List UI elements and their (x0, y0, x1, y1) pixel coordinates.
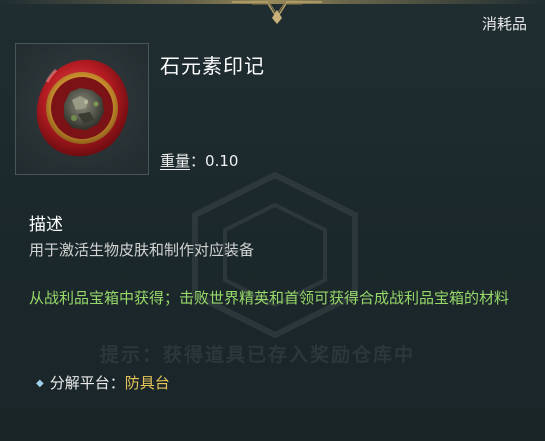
source-text: 从战利品宝箱中获得；击败世界精英和首领可获得合成战利品宝箱的材料 (29, 289, 510, 307)
item-tooltip: 消耗品 石元素印记 重量：0.10 描述 用于激活生物皮肤和制作对应装备 从战利… (0, 0, 545, 441)
disassemble-label: 分解平台： (49, 374, 125, 392)
diamond-bullet-icon: ◆ (36, 378, 44, 389)
disassemble-value: 防具台 (124, 374, 170, 392)
disassemble-platform: ◆ 分解平台：防具台 (36, 372, 170, 393)
top-ornament-icon (232, 1, 322, 24)
red-wax-seal-stone-icon (36, 59, 129, 157)
item-weight: 重量：0.10 (160, 150, 238, 171)
weight-value: 0.10 (205, 152, 239, 170)
item-icon-frame (15, 43, 149, 175)
description-title: 描述 (29, 215, 63, 235)
item-name: 石元素印记 (160, 54, 265, 78)
description-text: 用于激活生物皮肤和制作对应装备 (29, 241, 255, 259)
weight-separator: ： (190, 152, 206, 170)
faded-reward-hint: 提示：获得道具已存入奖励仓库中 (100, 344, 416, 366)
item-category: 消耗品 (481, 15, 527, 33)
weight-label: 重量 (160, 152, 191, 170)
